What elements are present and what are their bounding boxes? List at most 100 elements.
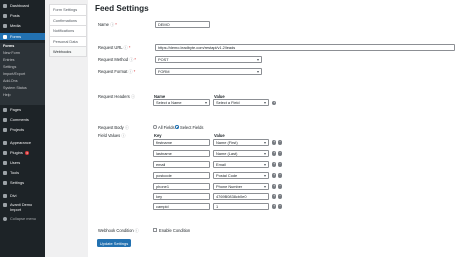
request-format-select[interactable]: FORM [155,68,262,75]
dashboard-icon [3,3,7,8]
remove-row-icon[interactable]: − [278,162,283,167]
add-row-icon[interactable]: + [272,151,277,156]
sidebar-item-users[interactable]: Users [0,159,45,166]
projects-icon [3,127,7,132]
header-name-select[interactable]: Select a Name [153,99,210,106]
subnav-form-settings[interactable]: Form Settings [49,4,87,15]
field-value-input[interactable]: 4769B0838cb0e0 [213,193,269,200]
brush-icon [3,140,7,145]
submenu-settings[interactable]: Settings [0,64,45,70]
remove-row-icon[interactable]: − [278,140,283,145]
request-method-select[interactable]: POST [155,56,262,63]
all-fields-label: All Fields [158,125,175,130]
form-settings-subnav: Form Settings Confirmations Notification… [49,4,87,57]
submenu-system-status[interactable]: System Status [0,85,45,91]
help-icon: ⓘ [134,228,139,233]
sidebar-item-plugins[interactable]: Plugins 3 [0,149,45,156]
submenu-forms[interactable]: Forms [0,43,45,49]
remove-row-icon[interactable]: − [278,173,283,178]
add-row-icon[interactable]: + [272,184,277,189]
add-row-icon[interactable]: + [272,194,277,199]
sidebar-item-posts[interactable]: Posts [0,12,45,19]
remove-row-icon[interactable]: − [278,151,283,156]
remove-row-icon[interactable]: − [278,194,283,199]
field-value-select[interactable]: Email [213,161,269,168]
webhook-condition-label: Webhook Condition ⓘ [98,228,139,233]
request-url-label: Request URL ⓘ * [98,45,131,50]
sidebar-item-appearance[interactable]: Appearance [0,139,45,146]
field-value-select[interactable]: Name (First) [213,139,269,146]
feed-settings-panel: Feed Settings Name ⓘ * DEMO Request URL … [88,0,474,257]
field-value-select[interactable]: Phone Number [213,183,269,190]
update-settings-button[interactable]: Update Settings [97,239,131,247]
select-fields-radio[interactable] [175,125,179,129]
field-value-select[interactable]: Name (Last) [213,150,269,157]
request-headers-label: Request Headers ⓘ [98,94,136,99]
add-row-icon[interactable]: + [272,204,277,209]
remove-row-icon[interactable]: − [278,184,283,189]
forms-icon [3,34,7,39]
pin-icon [3,13,7,18]
subnav-personal-data[interactable]: Personal Data [49,35,87,46]
request-url-input[interactable]: https://demo.leadbyte.com/restapi/v1.2/l… [155,44,455,51]
request-body-label: Request Body ⓘ [98,125,129,130]
plugins-update-badge: 3 [24,150,30,155]
admin-sidebar: Dashboard Posts Media Forms Forms New Fo… [0,0,45,257]
field-key-input[interactable]: phone1 [153,183,210,190]
field-key-input[interactable]: firstname [153,139,210,146]
header-value-select[interactable]: Select a Field [213,99,269,106]
users-icon [3,160,7,165]
subnav-confirmations[interactable]: Confirmations [49,14,87,25]
field-key-input[interactable]: email [153,161,210,168]
add-row-icon[interactable]: + [272,140,277,145]
sidebar-item-settings[interactable]: Settings [0,179,45,186]
field-key-input[interactable]: lastname [153,150,210,157]
name-input[interactable]: DEMO [155,21,210,28]
sidebar-item-tools[interactable]: Tools [0,169,45,176]
field-value-input[interactable]: 1 [213,203,269,210]
sidebar-item-projects[interactable]: Projects [0,126,45,133]
request-method-label: Request Method ⓘ * [98,57,137,62]
sidebar-item-avanti-demo-import[interactable]: Avanti Demo Import [0,202,45,214]
help-icon: ⓘ [131,94,136,99]
add-row-icon[interactable]: + [272,173,277,178]
sidebar-item-forms[interactable]: Forms [0,33,45,40]
plug-icon [3,150,7,155]
comments-icon [3,117,7,122]
subnav-notifications[interactable]: Notifications [49,25,87,36]
submenu-import-export[interactable]: Import/Export [0,71,45,77]
import-icon [3,203,7,207]
settings-icon [3,180,7,185]
remove-row-icon[interactable]: − [278,204,283,209]
field-key-input[interactable]: campid [153,203,210,210]
field-key-input[interactable]: key [153,193,210,200]
sidebar-item-comments[interactable]: Comments [0,116,45,123]
help-icon: ⓘ [121,133,126,138]
help-icon: ⓘ [128,69,133,74]
help-icon: ⓘ [129,57,134,62]
submenu-entries[interactable]: Entries [0,57,45,63]
all-fields-radio[interactable] [153,125,157,129]
add-row-icon[interactable]: + [272,162,277,167]
sidebar-item-pages[interactable]: Pages [0,106,45,113]
field-value-select[interactable]: Postal Code [213,172,269,179]
enable-condition-label: Enable Condition [159,228,191,233]
submenu-new-form[interactable]: New Form [0,50,45,56]
field-values-value-column: Value [214,133,225,138]
sidebar-item-divi[interactable]: Divi [0,192,45,199]
collapse-icon [3,216,7,221]
subnav-webhooks[interactable]: Webhooks [49,46,87,57]
submenu-add-ons[interactable]: Add-Ons [0,78,45,84]
submenu-help[interactable]: Help [0,92,45,98]
request-format-label: Request Format ⓘ * [98,69,136,74]
pages-icon [3,107,7,112]
sidebar-item-media[interactable]: Media [0,22,45,29]
sidebar-item-dashboard[interactable]: Dashboard [0,2,45,9]
field-values-label: Field Values ⓘ [98,133,126,138]
field-values-key-column: Key [154,133,162,138]
add-header-icon[interactable]: + [272,100,277,105]
help-icon: ⓘ [124,125,129,130]
enable-condition-checkbox[interactable] [153,228,157,232]
collapse-menu[interactable]: Collapse menu [0,215,45,222]
field-key-input[interactable]: postcode [153,172,210,179]
